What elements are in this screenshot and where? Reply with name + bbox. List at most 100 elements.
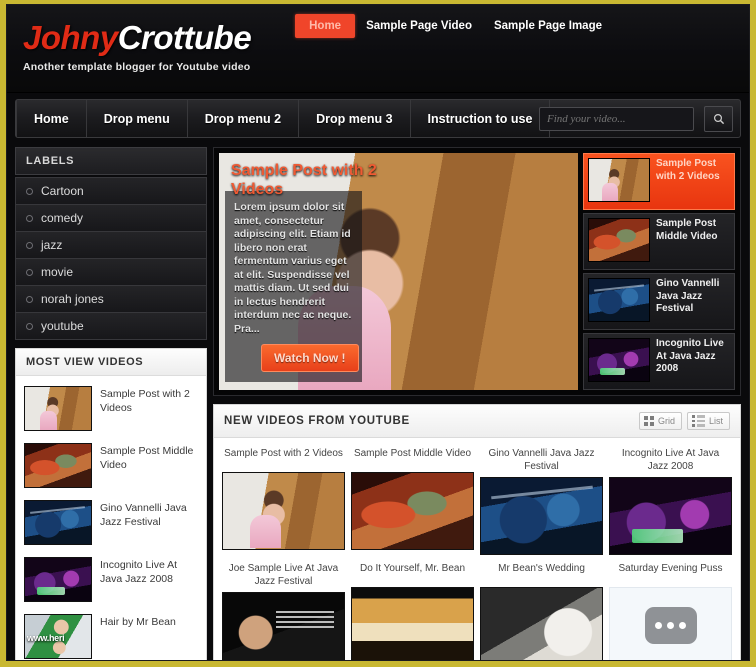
top-link-sample-page-video[interactable]: Sample Page Video <box>355 14 483 38</box>
video-thumbnail <box>24 443 92 488</box>
list-item-title: Incognito Live At Java Jazz 2008 <box>100 559 178 585</box>
new-videos-panel: NEW VIDEOS FROM YOUTUBE Grid List Sample… <box>213 404 741 660</box>
video-card-title: Sample Post Middle Video <box>353 447 472 459</box>
nav-item-drop-menu-2[interactable]: Drop menu 2 <box>188 100 300 137</box>
sidebar: LABELS Cartoon comedy jazz movie norah j… <box>15 147 207 660</box>
slider-tabs: Sample Post with 2 Videos Sample Post Mi… <box>583 153 735 390</box>
new-videos-title: NEW VIDEOS FROM YOUTUBE <box>224 414 410 427</box>
search-button[interactable] <box>704 106 733 132</box>
label-text: jazz <box>41 238 63 252</box>
sidebar-label-youtube[interactable]: youtube <box>15 313 207 340</box>
list-item-title: Hair by Mr Bean <box>100 616 176 628</box>
top-links: Home Sample Page Video Sample Page Image <box>295 14 613 38</box>
new-videos-header: NEW VIDEOS FROM YOUTUBE Grid List <box>214 405 740 438</box>
list-item[interactable]: Sample Post Middle Video <box>22 437 200 494</box>
slider-tab-title: Incognito Live At Java Jazz 2008 <box>656 338 724 374</box>
list-item-title: Sample Post with 2 Videos <box>100 388 190 414</box>
list-item[interactable]: Gino Vannelli Java Jazz Festival <box>22 494 200 551</box>
video-thumbnail <box>222 591 345 660</box>
video-card[interactable]: Sample Post Middle Video <box>351 446 474 555</box>
video-card[interactable]: Saturday Evening Puss <box>609 561 732 660</box>
video-card[interactable]: Joe Sample Live At Java Jazz Festival <box>222 561 345 660</box>
list-item[interactable]: www.heri Hair by Mr Bean <box>22 608 200 660</box>
logo-text: JohnyCrottube <box>23 19 252 57</box>
video-thumbnail <box>24 557 92 602</box>
logo-text-primary: Johny <box>23 19 118 56</box>
bullet-icon <box>26 322 33 330</box>
labels-list: Cartoon comedy jazz movie norah jones yo… <box>15 177 207 340</box>
video-thumbnail <box>588 278 650 322</box>
most-view-videos-list: Sample Post with 2 Videos Sample Post Mi… <box>16 376 206 660</box>
sidebar-label-norah-jones[interactable]: norah jones <box>15 286 207 313</box>
search-icon <box>713 113 724 125</box>
video-thumbnail <box>24 386 92 431</box>
featured-slide[interactable]: Lorem ipsum dolor sit amet, consectetur … <box>219 153 578 390</box>
page-frame: JohnyCrottube Another template blogger f… <box>6 4 750 661</box>
bullet-icon <box>26 187 33 195</box>
site-header: JohnyCrottube Another template blogger f… <box>7 5 749 93</box>
video-thumbnail <box>588 158 650 202</box>
video-card[interactable]: Sample Post with 2 Videos <box>222 446 345 555</box>
featured-slide-description: Lorem ipsum dolor sit amet, consectetur … <box>234 201 352 335</box>
nav-item-home[interactable]: Home <box>16 100 87 137</box>
watch-now-button[interactable]: Watch Now ! <box>261 344 359 372</box>
label-text: Cartoon <box>41 184 84 198</box>
featured-slider: Lorem ipsum dolor sit amet, consectetur … <box>213 147 741 396</box>
slider-tab-title: Sample Post with 2 Videos <box>656 158 720 182</box>
video-thumbnail <box>351 471 474 550</box>
view-toggle: Grid List <box>639 412 730 430</box>
video-card[interactable]: Mr Bean's Wedding <box>480 561 603 660</box>
sidebar-label-cartoon[interactable]: Cartoon <box>15 177 207 205</box>
list-item[interactable]: Sample Post with 2 Videos <box>22 380 200 437</box>
bullet-icon <box>26 268 33 276</box>
label-text: movie <box>41 265 74 279</box>
video-thumbnail <box>588 338 650 382</box>
search-input[interactable] <box>547 113 686 125</box>
grid-view-button[interactable]: Grid <box>639 412 682 430</box>
search-box[interactable] <box>539 107 694 131</box>
logo-text-secondary: Crottube <box>117 19 252 56</box>
page-layout: LABELS Cartoon comedy jazz movie norah j… <box>7 147 749 660</box>
sidebar-label-comedy[interactable]: comedy <box>15 205 207 232</box>
list-item[interactable]: Incognito Live At Java Jazz 2008 <box>22 551 200 608</box>
bullet-icon <box>26 214 33 222</box>
list-view-icon <box>692 415 705 427</box>
slider-tab-incognito-live-at-java-jazz-2008[interactable]: Incognito Live At Java Jazz 2008 <box>583 333 735 390</box>
list-view-button[interactable]: List <box>686 412 730 430</box>
nav-item-drop-menu[interactable]: Drop menu <box>87 100 188 137</box>
video-thumbnail <box>609 476 732 555</box>
top-link-sample-page-image[interactable]: Sample Page Image <box>483 14 613 38</box>
video-thumbnail <box>480 476 603 555</box>
site-tagline: Another template blogger for Youtube vid… <box>23 61 251 73</box>
label-text: norah jones <box>41 292 104 306</box>
video-thumbnail <box>480 586 603 660</box>
slider-tab-title: Sample Post Middle Video <box>656 218 718 242</box>
nav-item-drop-menu-3[interactable]: Drop menu 3 <box>299 100 411 137</box>
video-card-title: Gino Vannelli Java Jazz Festival <box>488 447 595 472</box>
slider-tab-sample-post-middle-video[interactable]: Sample Post Middle Video <box>583 213 735 270</box>
grid-view-icon <box>644 416 654 426</box>
video-card-title: Sample Post with 2 Videos <box>224 447 343 459</box>
list-item-title: Sample Post Middle Video <box>100 445 194 471</box>
bullet-icon <box>26 295 33 303</box>
video-card[interactable]: Gino Vannelli Java Jazz Festival <box>480 446 603 555</box>
slider-tab-sample-post-with-2-videos[interactable]: Sample Post with 2 Videos <box>583 153 735 210</box>
sidebar-label-movie[interactable]: movie <box>15 259 207 286</box>
slider-tab-gino-vannelli-java-jazz-festival[interactable]: Gino Vannelli Java Jazz Festival <box>583 273 735 330</box>
most-view-videos-title: MOST VIEW VIDEOS <box>16 349 206 376</box>
loading-placeholder-icon <box>644 607 697 644</box>
video-card[interactable]: Do It Yourself, Mr. Bean <box>351 561 474 660</box>
video-card-title: Joe Sample Live At Java Jazz Festival <box>228 562 339 587</box>
video-thumbnail <box>24 500 92 545</box>
video-thumbnail <box>588 218 650 262</box>
sidebar-label-jazz[interactable]: jazz <box>15 232 207 259</box>
nav-item-instruction-to-use[interactable]: Instruction to use <box>411 100 551 137</box>
video-thumbnail: www.heri <box>24 614 92 659</box>
most-view-videos-widget: MOST VIEW VIDEOS Sample Post with 2 Vide… <box>15 348 207 660</box>
videos-grid: Sample Post with 2 Videos Sample Post Mi… <box>214 438 740 660</box>
site-logo[interactable]: JohnyCrottube Another template blogger f… <box>23 19 252 73</box>
top-link-home[interactable]: Home <box>295 14 356 38</box>
video-card[interactable]: Incognito Live At Java Jazz 2008 <box>609 446 732 555</box>
video-thumbnail-placeholder <box>609 586 732 660</box>
slider-tab-title: Gino Vannelli Java Jazz Festival <box>656 278 720 314</box>
